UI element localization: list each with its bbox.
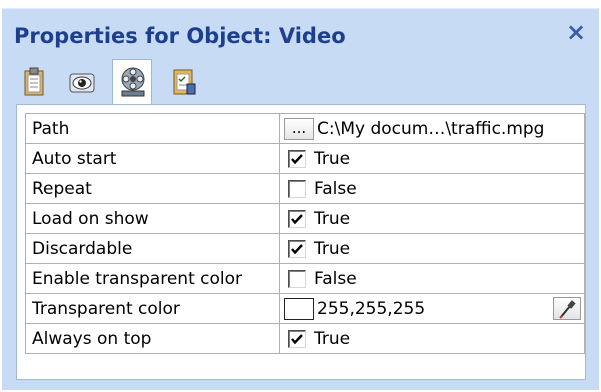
- tab-bar: [12, 59, 592, 105]
- property-value-cell[interactable]: True: [279, 143, 585, 174]
- eyedropper-icon: [559, 300, 576, 319]
- property-name: Auto start: [25, 143, 280, 174]
- close-icon[interactable]: ×: [565, 20, 587, 44]
- film-reel-icon: [121, 67, 145, 97]
- eyedropper-button[interactable]: [553, 297, 581, 320]
- panel-title: Properties for Object: Video: [14, 24, 346, 48]
- property-table: Path... C:\My docum…\traffic.mpg Auto star…: [25, 113, 585, 354]
- property-row: Discardable True: [25, 233, 585, 264]
- property-row: Auto start True: [25, 143, 585, 174]
- property-value-cell[interactable]: True: [279, 323, 585, 354]
- property-row: Always on top True: [25, 323, 585, 354]
- property-value: False: [314, 178, 357, 199]
- property-value-cell[interactable]: True: [279, 203, 585, 234]
- property-value-cell[interactable]: True: [279, 233, 585, 264]
- tab-video[interactable]: [112, 59, 152, 105]
- property-value: True: [314, 208, 351, 229]
- color-swatch[interactable]: [284, 297, 314, 320]
- property-row: Repeat False: [25, 173, 585, 204]
- eye-icon: [69, 73, 95, 93]
- property-row: Path... C:\My docum…\traffic.mpg: [25, 113, 585, 144]
- checkbox[interactable]: [288, 179, 306, 198]
- property-value-cell[interactable]: 255,255,255: [279, 293, 585, 324]
- property-value: True: [314, 238, 351, 259]
- checklist-icon: [173, 69, 196, 95]
- property-name: Path: [25, 113, 280, 144]
- property-name: Enable transparent color: [25, 263, 280, 294]
- property-name: Always on top: [25, 323, 280, 354]
- checkbox[interactable]: [288, 209, 306, 228]
- properties-panel: Properties for Object: Video × Path ... …: [2, 8, 599, 390]
- property-name: Load on show: [25, 203, 280, 234]
- property-value: True: [314, 148, 351, 169]
- property-value: True: [314, 328, 351, 349]
- property-row: Load on show True: [25, 203, 585, 234]
- property-value-cell[interactable]: ... C:\My docum…\traffic.mpg: [279, 113, 585, 144]
- property-value: 255,255,255: [317, 298, 426, 319]
- property-value-cell[interactable]: False: [279, 263, 585, 294]
- property-value: C:\My docum…\traffic.mpg: [317, 118, 545, 139]
- property-value: False: [314, 268, 357, 289]
- checkbox[interactable]: [288, 329, 306, 348]
- tab-appearance[interactable]: [62, 61, 102, 101]
- checkbox[interactable]: [288, 269, 306, 288]
- property-name: Repeat: [25, 173, 280, 204]
- clipboard-icon: [24, 67, 44, 96]
- property-value-cell[interactable]: False: [279, 173, 585, 204]
- panel-titlebar: Properties for Object: Video ×: [2, 9, 599, 59]
- property-grid: Path... C:\My docum…\traffic.mpg Auto star…: [16, 104, 586, 380]
- tab-checklist[interactable]: [164, 61, 204, 101]
- property-name: Discardable: [25, 233, 280, 264]
- property-name: Transparent color: [25, 293, 280, 324]
- property-row: Transparent color 255,255,255: [25, 293, 585, 324]
- tab-general[interactable]: [14, 61, 54, 101]
- checkbox[interactable]: [288, 239, 306, 258]
- browse-button[interactable]: ...: [284, 117, 314, 140]
- checkbox[interactable]: [288, 149, 306, 168]
- property-row: Enable transparent color False: [25, 263, 585, 294]
